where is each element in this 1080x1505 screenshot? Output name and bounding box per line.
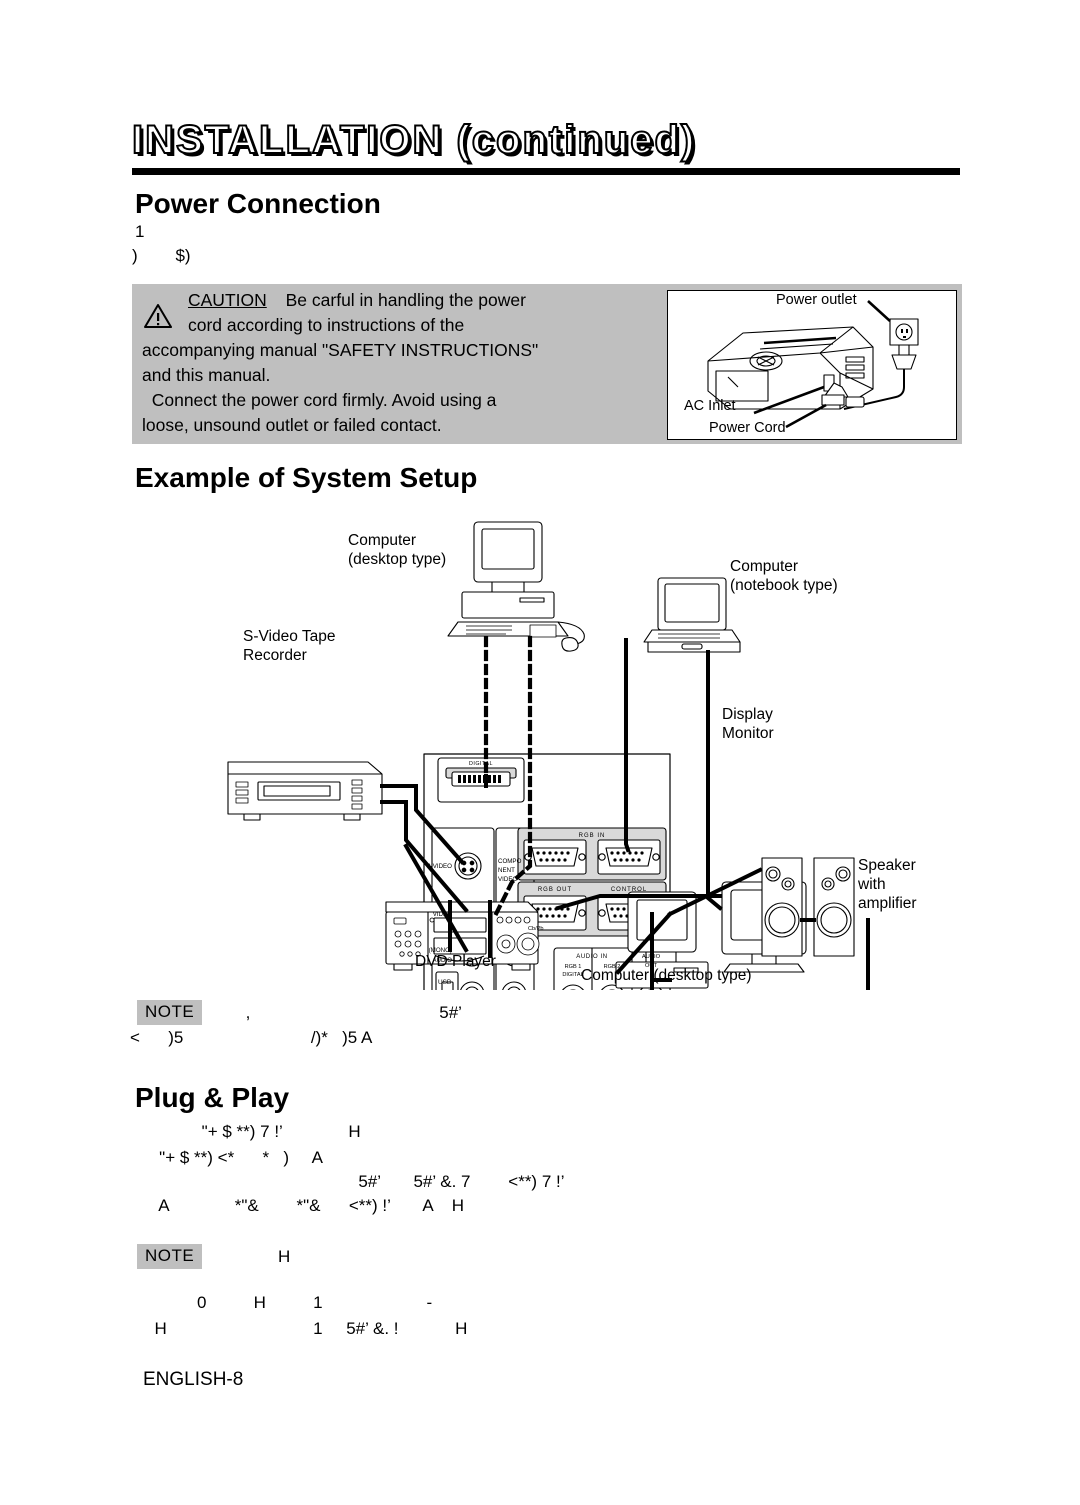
plugplay-garbled-line-4: A *"& *"& <**) !’ A H (145, 1196, 464, 1215)
caution-text-block: CAUTION Be carful in handling the power … (142, 288, 662, 438)
plugplay-garbled-line-3: 5#’ 5#’ &. 7 <**) 7 !’ (245, 1172, 565, 1191)
label-computer-notebook: Computer (notebook type) (730, 558, 838, 594)
system-setup-diagram: DIGITAL RGB IN RGB OUT CONTROL AUDIO IN … (200, 510, 980, 1032)
svg-text:AUDIO IN: AUDIO IN (576, 954, 607, 960)
caution-line-1: Be carful in handling the power (285, 290, 526, 310)
projector-illustration (707, 300, 919, 429)
svg-text:COMPO: COMPO (498, 858, 522, 865)
label-power-outlet: Power outlet (776, 292, 857, 308)
power-connection-garbled-line-1: 1 (135, 222, 145, 241)
svg-text:USB: USB (438, 979, 451, 986)
page-number-footer: ENGLISH-8 (143, 1369, 244, 1390)
caution-line-2: cord according to instructions of the (188, 315, 465, 335)
label-svideo-tape-recorder: S-Video Tape Recorder (243, 628, 336, 664)
system-setup-illustration: DIGITAL RGB IN RGB OUT CONTROL AUDIO IN … (227, 521, 870, 1032)
note2-garbled-line-3: 0 H 1 - (145, 1293, 433, 1312)
section-heading-example-setup: Example of System Setup (135, 462, 478, 493)
note1-garbled-line-2: < )5 /)* )5 A (130, 1028, 373, 1047)
note2-garbled-line-4: H 1 5#’ &. ! H (145, 1319, 468, 1338)
title-divider (132, 168, 960, 175)
svg-text:RGB OUT: RGB OUT (538, 887, 572, 893)
plugplay-garbled-line-2: "+ $ **) <* * ) A (145, 1148, 323, 1167)
section-heading-plug-play: Plug & Play (135, 1082, 290, 1113)
caution-line-3: accompanying manual "SAFETY INSTRUCTIONS… (142, 340, 539, 360)
power-connection-garbled-line-2: ) $) (132, 246, 191, 265)
label-computer-desktop-top: Computer (desktop type) (348, 532, 447, 568)
label-dvd-player: DVD Player (415, 953, 496, 970)
note-badge-1: NOTE (137, 1000, 203, 1025)
page-title: INSTALLATION (continued) (131, 117, 697, 163)
label-ac-inlet: AC Inlet (684, 398, 736, 414)
svg-text:RGB 1: RGB 1 (565, 964, 582, 970)
note-badge-2: NOTE (137, 1244, 203, 1269)
label-display-monitor: Display Monitor (722, 706, 774, 742)
label-computer-desktop-bottom: Computer (desktop type) (581, 967, 752, 984)
svg-text:NENT: NENT (498, 867, 515, 874)
section-heading-power-connection: Power Connection (135, 188, 381, 219)
plugplay-garbled-line-1: "+ $ **) 7 !’ H (145, 1122, 361, 1141)
caution-line-4: and this manual. (142, 365, 271, 385)
svg-text:Cb/Pb: Cb/Pb (528, 926, 544, 932)
caution-line-6: loose, unsound outlet or failed contact. (142, 415, 442, 435)
svg-text:DIGITAL: DIGITAL (469, 761, 493, 767)
note2-garbled-line-1: H (245, 1247, 291, 1266)
projector-power-figure (667, 290, 957, 440)
manual-page: INSTALLATION (continued) Power Connectio… (0, 0, 1080, 1505)
svg-text:RGB IN: RGB IN (579, 833, 606, 839)
label-speaker-with-amplifier: Speaker with amplifier (858, 857, 917, 912)
svg-text:CONTROL: CONTROL (611, 887, 647, 893)
caution-line-5: Connect the power cord firmly. Avoid usi… (142, 390, 497, 410)
note1-garbled-line-1: , 5#’ (222, 1003, 462, 1022)
caution-badge: CAUTION (188, 290, 267, 310)
label-power-cord: Power Cord (709, 420, 786, 436)
